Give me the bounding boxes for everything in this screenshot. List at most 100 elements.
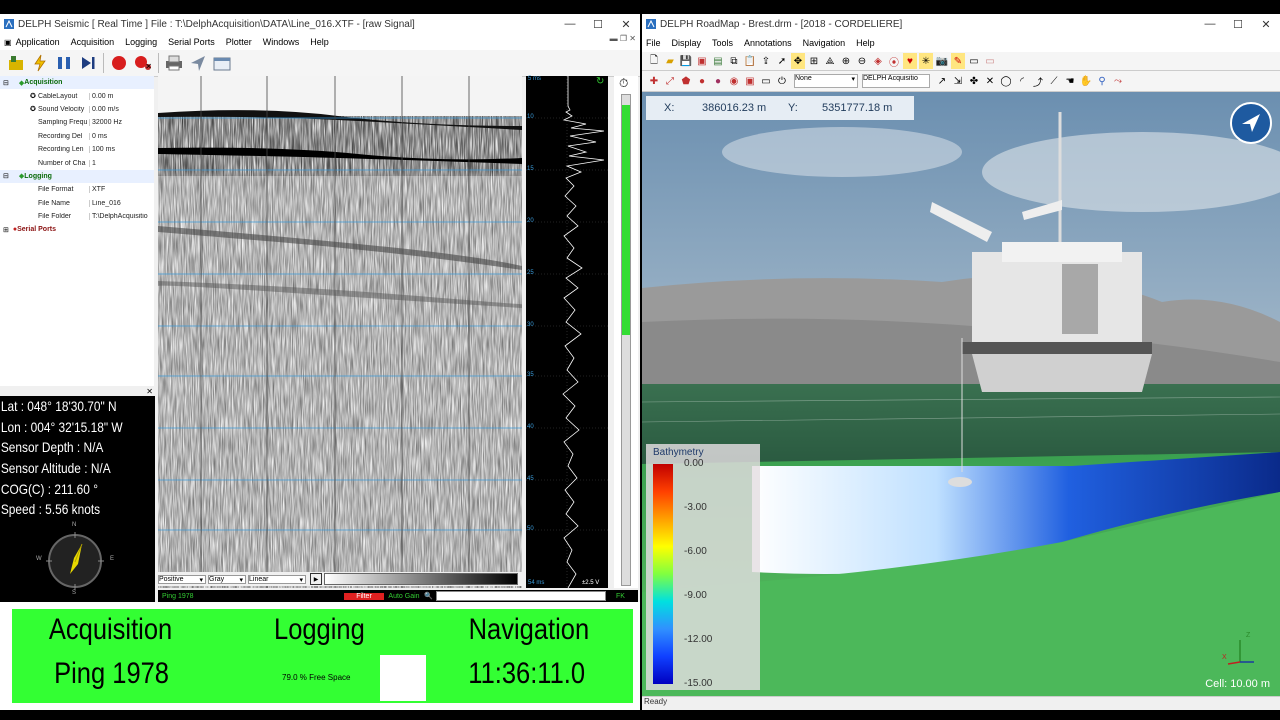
- panel-close-icon[interactable]: ✕: [146, 387, 153, 396]
- menu-plotter[interactable]: Plotter: [226, 37, 252, 47]
- config-icon[interactable]: [6, 53, 26, 73]
- gain-gradient[interactable]: [324, 573, 518, 585]
- shape-icon[interactable]: ▭: [983, 53, 997, 69]
- minimize-icon[interactable]: —: [556, 18, 584, 30]
- tree-row[interactable]: Recording Del 0 ms: [0, 130, 154, 143]
- navigate-icon[interactable]: [188, 53, 208, 73]
- refresh-icon[interactable]: ↻: [596, 76, 604, 87]
- tree-group-logging[interactable]: ⊟ ◆ Logging: [0, 169, 154, 184]
- pointer-icon[interactable]: ➚: [775, 53, 789, 69]
- curve-icon[interactable]: ⤴: [1031, 73, 1045, 89]
- clock-icon[interactable]: ⏱: [619, 76, 628, 91]
- import-icon[interactable]: ▤: [711, 53, 725, 69]
- tree-row-value[interactable]: 0.00 m: [89, 92, 155, 100]
- print-icon[interactable]: [164, 53, 184, 73]
- trigger-icon[interactable]: [30, 53, 50, 73]
- layer-select[interactable]: None ▾: [794, 74, 858, 88]
- copy-icon[interactable]: ⧉: [727, 53, 741, 69]
- tree-row[interactable]: File Name Line_016: [0, 197, 154, 210]
- menu-serial-ports[interactable]: Serial Ports: [168, 37, 215, 47]
- scale-select[interactable]: Linear ▾: [248, 574, 306, 584]
- next-icon[interactable]: [78, 53, 98, 73]
- tree-row[interactable]: File Format XTF: [0, 183, 154, 196]
- measure-icon[interactable]: ⟁: [823, 53, 837, 69]
- stop-icon[interactable]: ✋: [1079, 73, 1093, 89]
- track-icon[interactable]: ⤳: [1111, 73, 1125, 89]
- tree-group-serial[interactable]: ⊞ ● Serial Ports: [0, 223, 154, 236]
- tree-row[interactable]: ✪ CableLayout 0.00 m: [0, 89, 154, 102]
- tree-row[interactable]: Sampling Frequ 32000 Hz: [0, 116, 154, 129]
- fit-icon[interactable]: ◈: [871, 53, 885, 69]
- pause-icon[interactable]: [54, 53, 74, 73]
- camera-icon[interactable]: 📷: [935, 53, 949, 69]
- tree-group-acquisition[interactable]: ⊟ ◆ Acquisition: [0, 76, 154, 90]
- edit-icon[interactable]: ✎: [951, 53, 965, 69]
- 3d-map-view[interactable]: X: 386016.23 m Y: 5351777.18 m Bathymetr…: [642, 92, 1280, 696]
- polarity-select[interactable]: Positive ▾: [158, 574, 206, 584]
- route-icon[interactable]: ↗: [935, 73, 949, 89]
- app-menu-icon[interactable]: ▣: [4, 38, 12, 47]
- tree-row-value[interactable]: 32000 Hz: [89, 119, 155, 127]
- ruler-icon[interactable]: ⟋: [1047, 73, 1061, 89]
- menu-windows[interactable]: Windows: [263, 37, 300, 47]
- new-file-icon[interactable]: 🗋: [647, 53, 661, 69]
- tree-row[interactable]: ✪ Sound Velocity 0.00 m/s: [0, 103, 154, 116]
- zoom-out-icon[interactable]: ⊖: [855, 53, 869, 69]
- zoom-in-icon[interactable]: ⊕: [839, 53, 853, 69]
- tree-row[interactable]: Recording Len 100 ms: [0, 143, 154, 156]
- cross-icon[interactable]: ✕: [983, 73, 997, 89]
- arc-icon[interactable]: ◜: [1015, 73, 1029, 89]
- minimize-icon[interactable]: —: [1196, 18, 1224, 30]
- palette-select[interactable]: Gray ▾: [208, 574, 246, 584]
- tree-row[interactable]: Number of Cha 1: [0, 156, 154, 169]
- mdi-controls[interactable]: ▬ ❐ ✕: [610, 34, 636, 43]
- contact-icon[interactable]: ●: [711, 73, 725, 89]
- panel-close-icon[interactable]: ✕: [145, 62, 152, 71]
- menu-application[interactable]: Application: [16, 37, 60, 47]
- zoom-icon[interactable]: 🔍: [424, 592, 436, 600]
- close-icon[interactable]: ✕: [1252, 18, 1280, 31]
- polygon-icon[interactable]: ⬟: [679, 73, 693, 89]
- maximize-icon[interactable]: ☐: [584, 18, 612, 31]
- collapse-icon[interactable]: ⊟: [3, 172, 9, 180]
- grid-icon[interactable]: ✳: [919, 53, 933, 69]
- menu-annotations[interactable]: Annotations: [744, 38, 792, 48]
- zoom-box-icon[interactable]: ⊞: [807, 53, 821, 69]
- tree-row-value[interactable]: XTF: [89, 186, 155, 194]
- node-icon[interactable]: ✤: [967, 73, 981, 89]
- fk-status[interactable]: FK: [616, 593, 625, 600]
- circle-icon[interactable]: ◯: [999, 73, 1013, 89]
- tree-row-value[interactable]: Line_016: [89, 199, 155, 207]
- marker-icon[interactable]: ◉: [727, 73, 741, 89]
- distance-icon[interactable]: ⇲: [951, 73, 965, 89]
- menu-help[interactable]: Help: [856, 38, 875, 48]
- rectangle-icon[interactable]: ▭: [967, 53, 981, 69]
- frame-icon[interactable]: ▭: [759, 73, 773, 89]
- tree-row-value[interactable]: 0.00 m/s: [89, 105, 155, 113]
- play-icon[interactable]: ▶: [310, 573, 322, 585]
- maximize-icon[interactable]: ☐: [1224, 18, 1252, 31]
- menu-navigation[interactable]: Navigation: [803, 38, 846, 48]
- waypoint-icon[interactable]: ♥: [903, 53, 917, 69]
- menu-acquisition[interactable]: Acquisition: [71, 37, 115, 47]
- tree-row[interactable]: File Folder T:\DelphAcquisitio: [0, 210, 154, 223]
- layer-icon[interactable]: ▣: [695, 53, 709, 69]
- follow-icon[interactable]: ⦿: [887, 53, 901, 69]
- autogain-status[interactable]: Auto Gain: [384, 593, 424, 600]
- pan-icon[interactable]: ✥: [791, 53, 805, 69]
- save-icon[interactable]: 💾: [679, 53, 693, 69]
- expand-icon[interactable]: ⊞: [3, 226, 9, 234]
- hand-icon[interactable]: ☚: [1063, 73, 1077, 89]
- seismic-profile-view[interactable]: 1500 1600 1700 1800 1900: [158, 76, 524, 588]
- menu-display[interactable]: Display: [672, 38, 702, 48]
- tree-row-value[interactable]: 1: [89, 159, 155, 167]
- source-select[interactable]: DELPH Acquisitio: [862, 74, 930, 88]
- tree-row-value[interactable]: T:\DelphAcquisitio: [89, 213, 155, 221]
- pin-icon[interactable]: ⚲: [1095, 73, 1109, 89]
- menu-logging[interactable]: Logging: [125, 37, 157, 47]
- annotation-icon[interactable]: ✚: [647, 73, 661, 89]
- menu-help[interactable]: Help: [310, 37, 329, 47]
- north-arrow-button[interactable]: [1230, 102, 1272, 144]
- photo-icon[interactable]: ▣: [743, 73, 757, 89]
- paste-icon[interactable]: 📋: [743, 53, 757, 69]
